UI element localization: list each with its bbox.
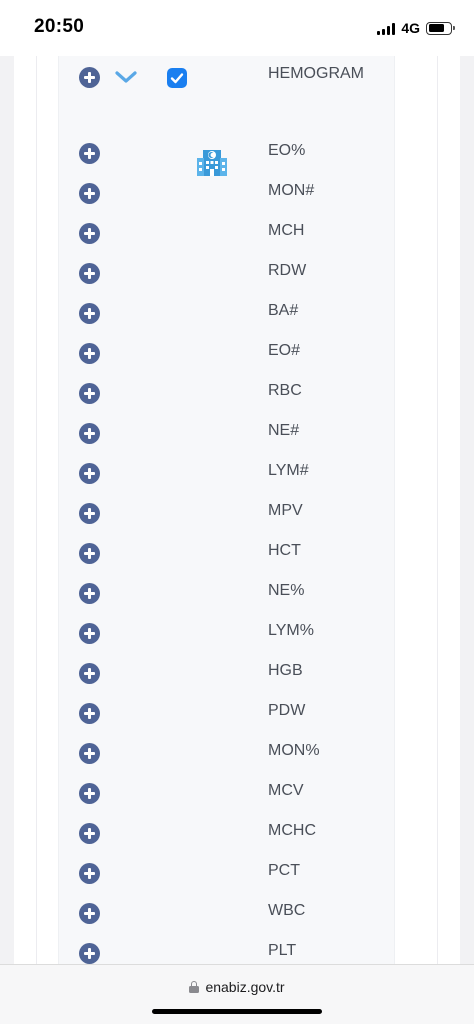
select-checkbox[interactable] [167, 68, 187, 88]
add-plus-icon[interactable] [79, 143, 100, 164]
add-plus-icon[interactable] [79, 423, 100, 444]
test-row: WBC [0, 896, 474, 936]
add-plus-icon[interactable] [79, 743, 100, 764]
test-row: MPV [0, 496, 474, 536]
checkmark-icon [170, 73, 184, 84]
test-name: BA# [268, 302, 299, 319]
add-plus-icon[interactable] [79, 263, 100, 284]
test-name: RBC [268, 382, 302, 399]
status-time: 20:50 [34, 16, 85, 37]
add-plus-icon[interactable] [79, 623, 100, 644]
browser-url-bar[interactable]: enabiz.gov.tr [0, 964, 474, 1024]
add-plus-icon[interactable] [79, 303, 100, 324]
test-row: RDW [0, 256, 474, 296]
test-row: PDW [0, 696, 474, 736]
test-name: MPV [268, 502, 303, 519]
test-row: LYM% [0, 616, 474, 656]
test-name: NE% [268, 582, 305, 599]
test-name: EO# [268, 342, 301, 359]
test-name: WBC [268, 902, 306, 919]
test-row: EO% [0, 136, 474, 176]
add-plus-icon[interactable] [79, 383, 100, 404]
test-row: RBC [0, 376, 474, 416]
test-row: PCT [0, 856, 474, 896]
test-row: EO# [0, 336, 474, 376]
test-name: MON# [268, 182, 315, 199]
battery-icon [426, 21, 455, 35]
add-plus-icon[interactable] [79, 183, 100, 204]
add-plus-icon[interactable] [79, 583, 100, 604]
test-name: NE# [268, 422, 300, 439]
add-plus-icon[interactable] [79, 783, 100, 804]
add-plus-icon[interactable] [79, 863, 100, 884]
add-plus-icon[interactable] [79, 503, 100, 524]
test-row: BA# [0, 296, 474, 336]
test-name: LYM# [268, 462, 309, 479]
test-name: MON% [268, 742, 320, 759]
test-row: HCT [0, 536, 474, 576]
add-plus-icon[interactable] [79, 903, 100, 924]
test-row: LYM# [0, 456, 474, 496]
group-title: HEMOGRAM [268, 65, 364, 82]
test-name: PLT [268, 942, 297, 959]
home-indicator[interactable] [152, 1009, 322, 1014]
status-bar: 20:50 4G [0, 0, 474, 56]
add-plus-icon[interactable] [79, 543, 100, 564]
chevron-down-icon[interactable] [114, 68, 138, 86]
test-row: MON# [0, 176, 474, 216]
test-name: HCT [268, 542, 301, 559]
signal-icon [377, 22, 396, 35]
test-row: MCV [0, 776, 474, 816]
add-plus-icon[interactable] [79, 463, 100, 484]
test-name: MCH [268, 222, 305, 239]
test-name: PDW [268, 702, 306, 719]
test-name: EO% [268, 142, 306, 159]
lock-icon [189, 981, 200, 993]
page-content[interactable]: HEMOGRAM EO% MON# MCH RDW BA# EO# RBC NE# LYM# MP… [0, 56, 474, 964]
test-name: MCHC [268, 822, 316, 839]
test-row: PLT [0, 936, 474, 964]
add-plus-icon[interactable] [79, 663, 100, 684]
test-row: MON% [0, 736, 474, 776]
url-text[interactable]: enabiz.gov.tr [205, 979, 284, 995]
add-plus-icon[interactable] [79, 703, 100, 724]
status-indicators: 4G [377, 20, 455, 36]
add-plus-icon[interactable] [79, 343, 100, 364]
add-plus-icon[interactable] [79, 223, 100, 244]
test-name: PCT [268, 862, 300, 879]
expand-plus-icon[interactable] [79, 67, 100, 88]
test-row: HGB [0, 656, 474, 696]
add-plus-icon[interactable] [79, 823, 100, 844]
add-plus-icon[interactable] [79, 943, 100, 964]
test-name: RDW [268, 262, 307, 279]
test-group-header: HEMOGRAM [0, 56, 474, 134]
test-name: MCV [268, 782, 304, 799]
test-row: MCH [0, 216, 474, 256]
test-row: NE% [0, 576, 474, 616]
test-row: MCHC [0, 816, 474, 856]
test-row: NE# [0, 416, 474, 456]
test-name: HGB [268, 662, 303, 679]
network-label: 4G [401, 20, 420, 36]
test-name: LYM% [268, 622, 314, 639]
